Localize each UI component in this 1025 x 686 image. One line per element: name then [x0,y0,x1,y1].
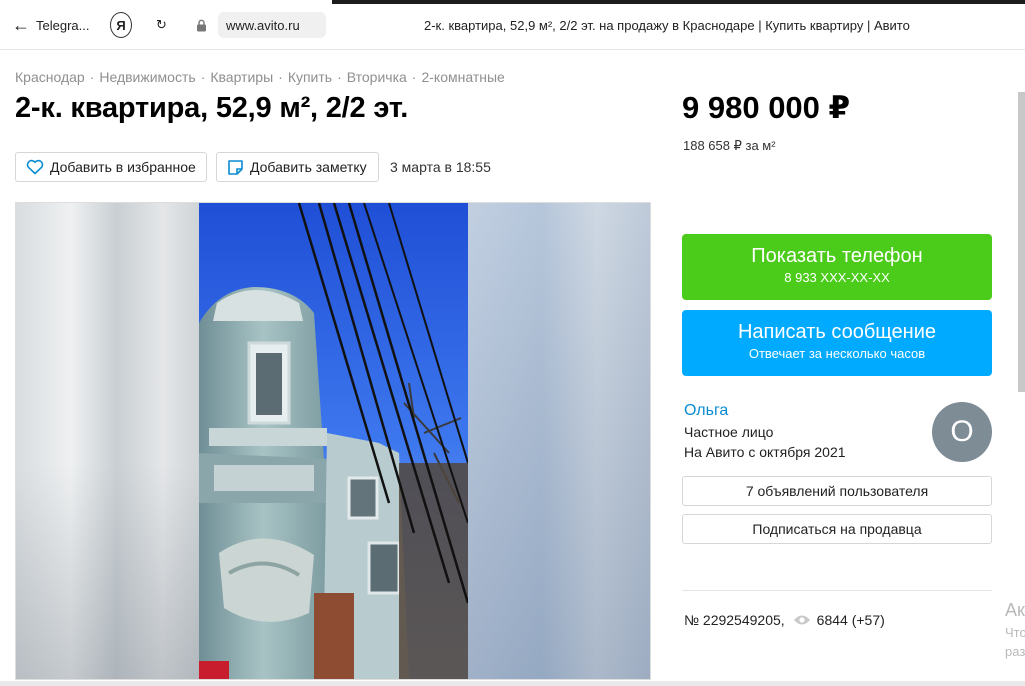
add-favorite-label: Добавить в избранное [50,159,196,175]
photo-gallery[interactable] [15,202,651,680]
breadcrumb-item[interactable]: Квартиры [210,69,273,85]
browser-toolbar: ← Telegra... Я ↻ www.avito.ru 2-к. кварт… [0,0,1025,50]
seller-name-link[interactable]: Ольга [684,402,728,420]
phone-mask: 8 933 XXX-XX-XX [784,270,890,285]
ad-number: № 2292549205, [684,612,785,628]
avatar[interactable]: О [932,402,992,462]
seller-ads-button[interactable]: 7 объявлений пользователя [682,476,992,506]
lock-icon[interactable] [196,12,208,38]
add-note-label: Добавить заметку [250,159,367,175]
eye-icon [793,615,810,625]
ad-meta: № 2292549205, 6844 (+57) [684,612,885,628]
breadcrumb-item[interactable]: Вторичка [347,69,407,85]
breadcrumb-separator: · [411,69,417,85]
arrow-left-icon: ← [12,15,30,35]
address-bar[interactable]: www.avito.ru [218,12,326,38]
response-time: Отвечает за несколько часов [748,346,926,361]
bottom-strip [0,681,1025,686]
reload-icon[interactable]: ↻ [156,12,167,38]
breadcrumb-separator: · [337,69,342,85]
write-message-button[interactable]: Написать сообщение Отвечает за несколько… [682,310,992,376]
back-label: Telegra... [36,17,90,33]
write-message-label: Написать сообщение [737,321,936,343]
breadcrumb-item[interactable]: Краснодар [15,69,85,85]
watermark-line: Ак [1005,600,1025,620]
window-strip [332,0,1025,4]
price: 9 980 000 ₽ [682,90,851,125]
gallery-blur-left [16,203,199,679]
yandex-icon[interactable]: Я [110,12,132,38]
add-favorite-button[interactable]: Добавить в избранное [15,152,207,182]
seller-type: Частное лицо [684,424,774,440]
breadcrumb: Краснодар · Недвижимость · Квартиры · Купить · В… [15,69,505,85]
breadcrumb-item[interactable]: Купить [288,69,332,85]
heart-icon [26,159,44,175]
price-per-meter: 188 658 ₽ за м² [683,138,776,153]
show-phone-label: Показать телефон [751,245,923,267]
breadcrumb-separator: · [278,69,283,85]
view-count: 6844 (+57) [816,612,885,628]
breadcrumb-separator: · [89,69,95,85]
watermark-line: Что [1005,625,1025,640]
listing-photo[interactable] [199,203,468,680]
page-title: 2-к. квартира, 52,9 м², 2/2 эт. на прода… [424,17,910,33]
breadcrumb-item[interactable]: 2-комнатные [421,69,504,85]
divider [682,590,992,591]
add-note-button[interactable]: Добавить заметку [216,152,379,182]
breadcrumb-item[interactable]: Недвижимость [99,69,195,85]
side-scrollbar[interactable] [1018,92,1025,392]
watermark-line: раз [1005,644,1025,659]
subscribe-button[interactable]: Подписаться на продавца [682,514,992,544]
activation-watermark: Ак Что раз [1005,600,1025,659]
back-button[interactable]: ← Telegra... [12,12,89,38]
show-phone-button[interactable]: Показать телефон 8 933 XXX-XX-XX [682,234,992,300]
seller-since: На Авито с октября 2021 [684,444,846,460]
gallery-blur-right [468,203,650,679]
listing-title: 2-к. квартира, 52,9 м², 2/2 эт. [15,92,409,124]
breadcrumb-separator: · [200,69,206,85]
publish-date: 3 марта в 18:55 [390,159,491,175]
note-icon [228,159,243,175]
